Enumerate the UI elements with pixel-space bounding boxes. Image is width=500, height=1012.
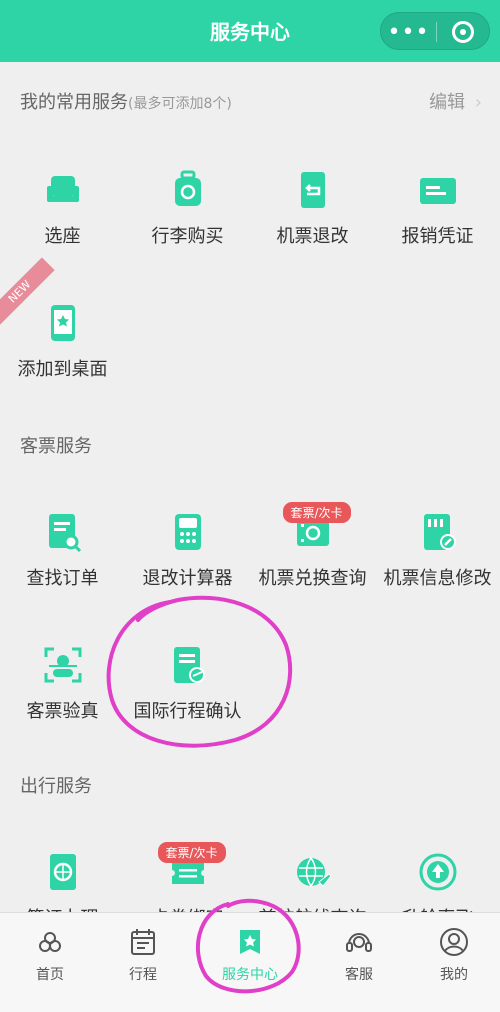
service-label: 报销凭证 bbox=[401, 226, 474, 247]
tab-me[interactable]: 我的 bbox=[404, 927, 500, 984]
service-item-ticket-verify[interactable]: 客票验真 bbox=[0, 645, 125, 723]
headset-icon bbox=[346, 933, 372, 952]
tab-label: 行程 bbox=[129, 967, 157, 983]
tab-home[interactable]: 首页 bbox=[0, 927, 100, 984]
service-item-refund[interactable]: 机票退改 bbox=[250, 170, 375, 248]
tab-label: 服务中心 bbox=[222, 967, 278, 983]
service-item-find-order[interactable]: 查找订单 bbox=[0, 512, 125, 590]
service-item-seat[interactable]: 选座 bbox=[0, 170, 125, 248]
tab-itinerary[interactable]: 行程 bbox=[93, 927, 193, 984]
service-label: 机票退改 bbox=[276, 226, 349, 247]
common-services-label: 我的常用服务 bbox=[20, 92, 128, 113]
phone-star-icon bbox=[50, 305, 75, 341]
service-item-luggage[interactable]: 行李购买 bbox=[125, 170, 250, 248]
globe-plane-icon bbox=[296, 857, 332, 887]
home-logo-icon bbox=[39, 932, 61, 952]
tab-label: 客服 bbox=[345, 967, 373, 983]
bottom-tab-bar: 首页 行程 服务中心 客服 我的 bbox=[0, 912, 500, 1012]
service-item-add-desktop[interactable]: 添加到桌面 bbox=[0, 303, 125, 381]
service-label: 机票信息修改 bbox=[383, 568, 492, 589]
service-item-ticket-exchange[interactable]: 套票/次卡 机票兑换查询 bbox=[250, 502, 375, 590]
service-label: 添加到桌面 bbox=[17, 359, 108, 380]
tab-service-center[interactable]: 服务中心 bbox=[200, 927, 300, 984]
service-label: 行李购买 bbox=[151, 226, 224, 247]
order-search-icon bbox=[48, 514, 81, 553]
travel-services-title: 出行服务 bbox=[20, 776, 92, 797]
upgrade-icon bbox=[419, 853, 456, 891]
service-label: 客票验真 bbox=[26, 701, 99, 722]
seat-icon bbox=[46, 176, 79, 202]
common-services-title: 我的常用服务(最多可添加8个) bbox=[20, 88, 232, 114]
ticket-refund-icon bbox=[300, 172, 325, 208]
service-item-intl-itinerary[interactable]: 国际行程确认 bbox=[125, 645, 250, 723]
luggage-icon bbox=[174, 170, 201, 206]
service-label: 退改计算器 bbox=[142, 568, 233, 589]
calendar-icon bbox=[131, 929, 155, 955]
top-bar: 服务中心 ••• bbox=[0, 0, 500, 62]
edit-label: 编辑 bbox=[429, 92, 466, 113]
service-label: 查找订单 bbox=[26, 568, 99, 589]
itinerary-confirm-icon bbox=[173, 647, 205, 683]
common-services-subtitle: (最多可添加8个) bbox=[128, 96, 232, 112]
edit-button[interactable]: 编辑 › bbox=[429, 88, 482, 114]
user-icon bbox=[440, 928, 468, 956]
service-icon bbox=[240, 930, 260, 954]
passenger-services-title: 客票服务 bbox=[20, 436, 92, 457]
capsule-divider bbox=[436, 22, 437, 42]
tab-customer-service[interactable]: 客服 bbox=[309, 927, 409, 984]
tab-label: 首页 bbox=[36, 967, 64, 983]
service-item-receipt[interactable]: 报销凭证 bbox=[375, 170, 500, 248]
tab-label: 我的 bbox=[440, 967, 468, 983]
service-item-ticket-edit[interactable]: 机票信息修改 bbox=[375, 512, 500, 590]
face-scan-icon bbox=[44, 647, 81, 683]
calculator-icon bbox=[174, 514, 201, 550]
target-icon[interactable] bbox=[452, 21, 474, 43]
more-dots-icon[interactable]: ••• bbox=[381, 13, 436, 51]
ticket-edit-icon bbox=[423, 514, 456, 550]
service-label: 机票兑换查询 bbox=[258, 568, 367, 589]
receipt-icon bbox=[419, 178, 456, 204]
service-item-calculator[interactable]: 退改计算器 bbox=[125, 512, 250, 590]
service-label: 选座 bbox=[44, 226, 81, 247]
chevron-right-icon: › bbox=[474, 92, 482, 113]
passport-icon bbox=[49, 854, 76, 890]
package-tag: 套票/次卡 bbox=[282, 502, 351, 523]
service-label: 国际行程确认 bbox=[133, 701, 242, 722]
package-tag: 套票/次卡 bbox=[157, 842, 226, 863]
mini-program-capsule: ••• bbox=[380, 12, 490, 50]
